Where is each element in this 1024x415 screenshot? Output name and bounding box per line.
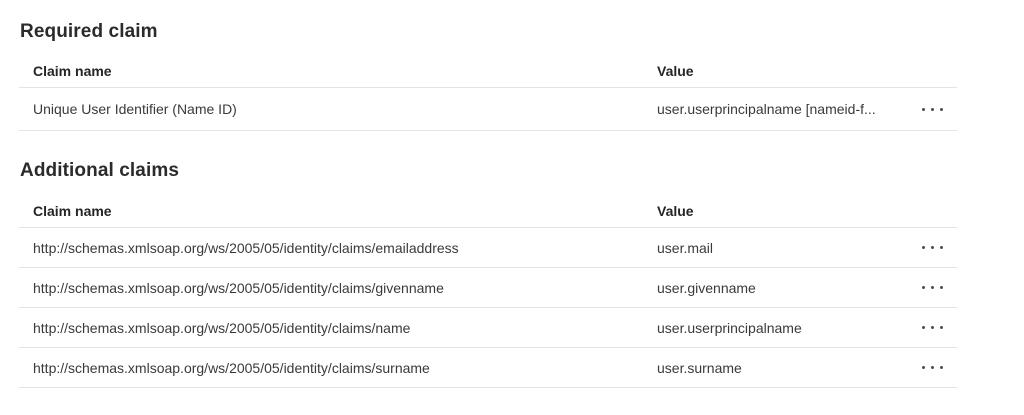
- column-header-claim-name: Claim name: [19, 63, 657, 79]
- ellipsis-icon: [922, 286, 943, 289]
- column-header-value: Value: [657, 203, 911, 219]
- claim-value-cell: user.surname: [657, 360, 911, 376]
- ellipsis-icon: [922, 108, 943, 111]
- claim-value-cell: user.userprincipalname [nameid-f...: [657, 101, 911, 117]
- required-claim-table: Claim name Value Unique User Identifier …: [19, 54, 957, 131]
- claim-name-cell: http://schemas.xmlsoap.org/ws/2005/05/id…: [19, 320, 657, 336]
- row-menu-button[interactable]: [911, 348, 957, 387]
- required-claim-section: Required claim Claim name Value Unique U…: [0, 0, 1024, 131]
- additional-claims-title: Additional claims: [20, 160, 1024, 182]
- row-menu-button[interactable]: [911, 268, 957, 307]
- claim-value-cell: user.userprincipalname: [657, 320, 911, 336]
- claim-value-cell: user.givenname: [657, 280, 911, 296]
- additional-claims-table-header: Claim name Value: [19, 194, 957, 228]
- required-claim-table-header: Claim name Value: [19, 54, 957, 88]
- row-menu-button[interactable]: [911, 228, 957, 267]
- ellipsis-icon: [922, 326, 943, 329]
- table-row-required-claim[interactable]: Unique User Identifier (Name ID) user.us…: [19, 88, 957, 131]
- table-row-emailaddress[interactable]: http://schemas.xmlsoap.org/ws/2005/05/id…: [19, 228, 957, 268]
- additional-claims-section: Additional claims Claim name Value http:…: [0, 160, 1024, 388]
- ellipsis-icon: [922, 366, 943, 369]
- column-header-claim-name: Claim name: [19, 203, 657, 219]
- claim-name-cell: http://schemas.xmlsoap.org/ws/2005/05/id…: [19, 280, 657, 296]
- claims-page: Required claim Claim name Value Unique U…: [0, 0, 1024, 415]
- column-header-value: Value: [657, 63, 911, 79]
- claim-name-cell: http://schemas.xmlsoap.org/ws/2005/05/id…: [19, 240, 657, 256]
- table-row-name[interactable]: http://schemas.xmlsoap.org/ws/2005/05/id…: [19, 308, 957, 348]
- table-row-surname[interactable]: http://schemas.xmlsoap.org/ws/2005/05/id…: [19, 348, 957, 388]
- row-menu-button[interactable]: [911, 308, 957, 347]
- claim-name-cell: Unique User Identifier (Name ID): [19, 101, 657, 117]
- required-claim-title: Required claim: [20, 0, 1024, 43]
- table-row-givenname[interactable]: http://schemas.xmlsoap.org/ws/2005/05/id…: [19, 268, 957, 308]
- row-menu-button[interactable]: [911, 88, 957, 130]
- claim-value-cell: user.mail: [657, 240, 911, 256]
- ellipsis-icon: [922, 246, 943, 249]
- additional-claims-table: Claim name Value http://schemas.xmlsoap.…: [19, 194, 957, 388]
- claim-name-cell: http://schemas.xmlsoap.org/ws/2005/05/id…: [19, 360, 657, 376]
